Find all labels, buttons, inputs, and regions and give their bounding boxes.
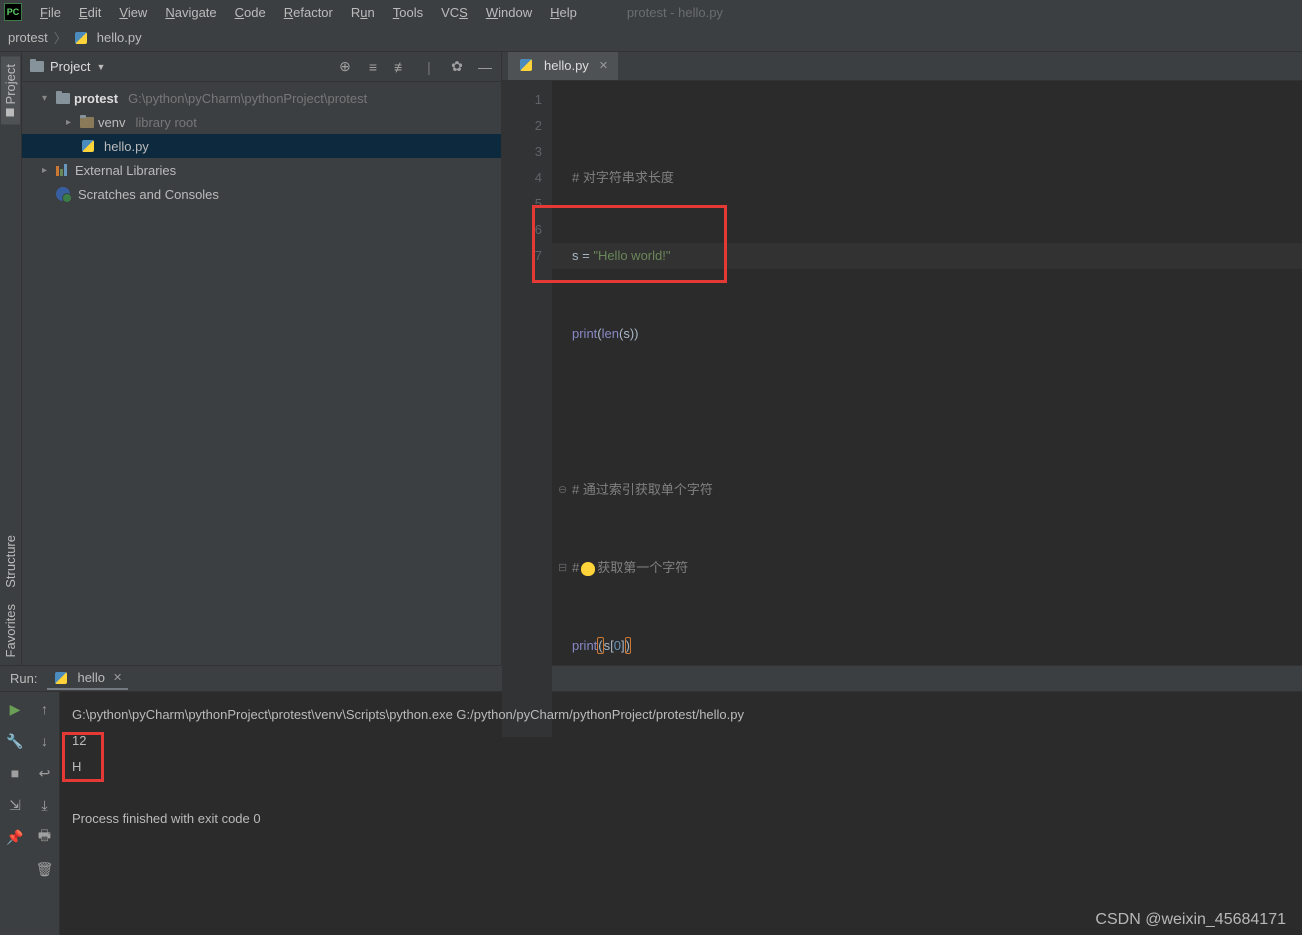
breadcrumb-project[interactable]: protest — [8, 30, 48, 45]
fold-icon[interactable]: ⊖ — [558, 477, 567, 503]
tree-venv[interactable]: ▸ venv library root — [22, 110, 501, 134]
libraries-icon — [56, 164, 67, 176]
line-gutter: 1234567 — [502, 81, 552, 737]
expand-all-icon[interactable]: ≡ — [365, 59, 381, 75]
menu-run[interactable]: Run — [343, 3, 383, 22]
hide-panel-icon[interactable]: — — [477, 59, 493, 75]
pin-icon[interactable]: 📌 — [6, 828, 24, 846]
close-icon[interactable]: ✕ — [113, 671, 122, 684]
menu-navigate[interactable]: Navigate — [157, 3, 224, 22]
locate-icon[interactable]: ⊕ — [337, 59, 353, 75]
console-output[interactable]: G:\python\pyCharm\pythonProject\protest\… — [60, 692, 1302, 935]
watermark: CSDN @weixin_45684171 — [1095, 911, 1286, 929]
folder-icon — [30, 61, 44, 72]
tree-ext-libs-label: External Libraries — [75, 163, 176, 178]
tree-external-libs[interactable]: ▸ External Libraries — [22, 158, 501, 182]
project-tree: ▾ protest G:\python\pyCharm\pythonProjec… — [22, 82, 501, 665]
dump-icon[interactable]: ⇲ — [6, 796, 24, 814]
python-icon — [53, 670, 69, 686]
down-icon[interactable]: ↓ — [36, 732, 54, 750]
menu-tools[interactable]: Tools — [385, 3, 431, 22]
project-panel-tools: ⊕ ≡ ≢ | ✿ — — [337, 59, 493, 75]
fold-icon[interactable]: ⊟ — [558, 555, 567, 581]
menu-view[interactable]: View — [111, 3, 155, 22]
run-config-tab[interactable]: hello ✕ — [47, 668, 128, 690]
menu-code[interactable]: Code — [227, 3, 274, 22]
console-cmd: G:\python\pyCharm\pythonProject\protest\… — [72, 702, 1290, 728]
run-config-label: hello — [77, 670, 104, 685]
stop-icon[interactable]: ■ — [6, 764, 24, 782]
breadcrumb-sep: 〉 — [54, 28, 67, 47]
close-icon[interactable]: ✕ — [599, 59, 608, 72]
menu-vcs[interactable]: VCS — [433, 3, 476, 22]
menu-help[interactable]: Help — [542, 3, 585, 22]
menubar: PC File Edit View Navigate Code Refactor… — [0, 0, 1302, 24]
main-area: Project Structure Favorites Project ▼ ⊕ … — [0, 52, 1302, 665]
up-icon[interactable]: ↑ — [36, 700, 54, 718]
run-tools-col-1: ▶ 🔧 ■ ⇲ 📌 — [0, 692, 30, 935]
chevron-down-icon: ▼ — [96, 62, 105, 72]
run-label: Run: — [10, 671, 37, 686]
project-panel-label: Project — [50, 59, 90, 74]
console-line: H — [72, 754, 1290, 780]
chevron-right-icon: ▸ — [66, 117, 76, 128]
project-panel-title[interactable]: Project ▼ — [30, 59, 105, 74]
tree-root-label: protest — [74, 91, 118, 106]
chevron-down-icon: ▾ — [42, 93, 52, 104]
tree-venv-tag: library root — [135, 115, 196, 130]
console-exit: Process finished with exit code 0 — [72, 806, 1290, 832]
tree-scratches-label: Scratches and Consoles — [78, 187, 219, 202]
python-icon — [80, 138, 96, 154]
code-editor[interactable]: 1234567 # 对字符串求长度 s = "Hello world!" pri… — [502, 81, 1302, 737]
sidebar-tab-structure[interactable]: Structure — [1, 527, 20, 596]
chevron-right-icon: ▸ — [42, 165, 52, 176]
window-title: protest - hello.py — [627, 5, 723, 20]
scroll-end-icon[interactable]: ⤓ — [36, 796, 54, 814]
project-panel-header: Project ▼ ⊕ ≡ ≢ | ✿ — — [22, 52, 501, 82]
breadcrumb: protest 〉 hello.py — [0, 24, 1302, 52]
sidebar-tab-project[interactable]: Project — [1, 56, 20, 124]
console-line: 12 — [72, 728, 1290, 754]
run-panel: Run: hello ✕ ▶ 🔧 ■ ⇲ 📌 ↑ ↓ ↩ ⤓ 🖶 🗑 G:\py… — [0, 665, 1302, 935]
run-tools-col-2: ↑ ↓ ↩ ⤓ 🖶 🗑 — [30, 692, 60, 935]
tree-root-path: G:\python\pyCharm\pythonProject\protest — [128, 91, 367, 106]
editor-tab-hello[interactable]: hello.py ✕ — [508, 52, 618, 80]
divider: | — [421, 59, 437, 75]
tree-file-hello[interactable]: hello.py — [22, 134, 501, 158]
python-icon — [518, 57, 534, 73]
tree-venv-label: venv — [98, 115, 125, 130]
code-area[interactable]: # 对字符串求长度 s = "Hello world!" print(len(s… — [552, 81, 1302, 737]
folder-icon — [56, 93, 70, 104]
menu-file[interactable]: File — [32, 3, 69, 22]
python-icon — [73, 30, 89, 46]
menu-refactor[interactable]: Refactor — [276, 3, 341, 22]
gear-icon[interactable]: ✿ — [449, 59, 465, 75]
bulb-icon[interactable] — [581, 562, 595, 576]
menu-window[interactable]: Window — [478, 3, 540, 22]
editor: hello.py ✕ 1234567 # 对字符串求长度 s = "Hello … — [502, 52, 1302, 665]
collapse-all-icon[interactable]: ≢ — [393, 59, 409, 75]
breadcrumb-file[interactable]: hello.py — [97, 30, 142, 45]
run-body: ▶ 🔧 ■ ⇲ 📌 ↑ ↓ ↩ ⤓ 🖶 🗑 G:\python\pyCharm\… — [0, 692, 1302, 935]
rerun-icon[interactable]: ▶ — [6, 700, 24, 718]
editor-tabs: hello.py ✕ — [502, 52, 1302, 81]
left-tool-gutter: Project Structure Favorites — [0, 52, 22, 665]
trash-icon[interactable]: 🗑 — [36, 860, 54, 878]
menu-edit[interactable]: Edit — [71, 3, 109, 22]
app-icon: PC — [4, 3, 22, 21]
editor-tab-label: hello.py — [544, 58, 589, 73]
print-icon[interactable]: 🖶 — [36, 828, 54, 846]
soft-wrap-icon[interactable]: ↩ — [36, 764, 54, 782]
folder-icon — [80, 117, 94, 128]
tree-scratches[interactable]: Scratches and Consoles — [22, 182, 501, 206]
wrench-icon[interactable]: 🔧 — [6, 732, 24, 750]
tree-root[interactable]: ▾ protest G:\python\pyCharm\pythonProjec… — [22, 86, 501, 110]
scratches-icon — [56, 187, 70, 201]
sidebar-tab-favorites[interactable]: Favorites — [1, 596, 20, 665]
tree-file-label: hello.py — [104, 139, 149, 154]
project-panel: Project ▼ ⊕ ≡ ≢ | ✿ — ▾ protest G:\pytho… — [22, 52, 502, 665]
